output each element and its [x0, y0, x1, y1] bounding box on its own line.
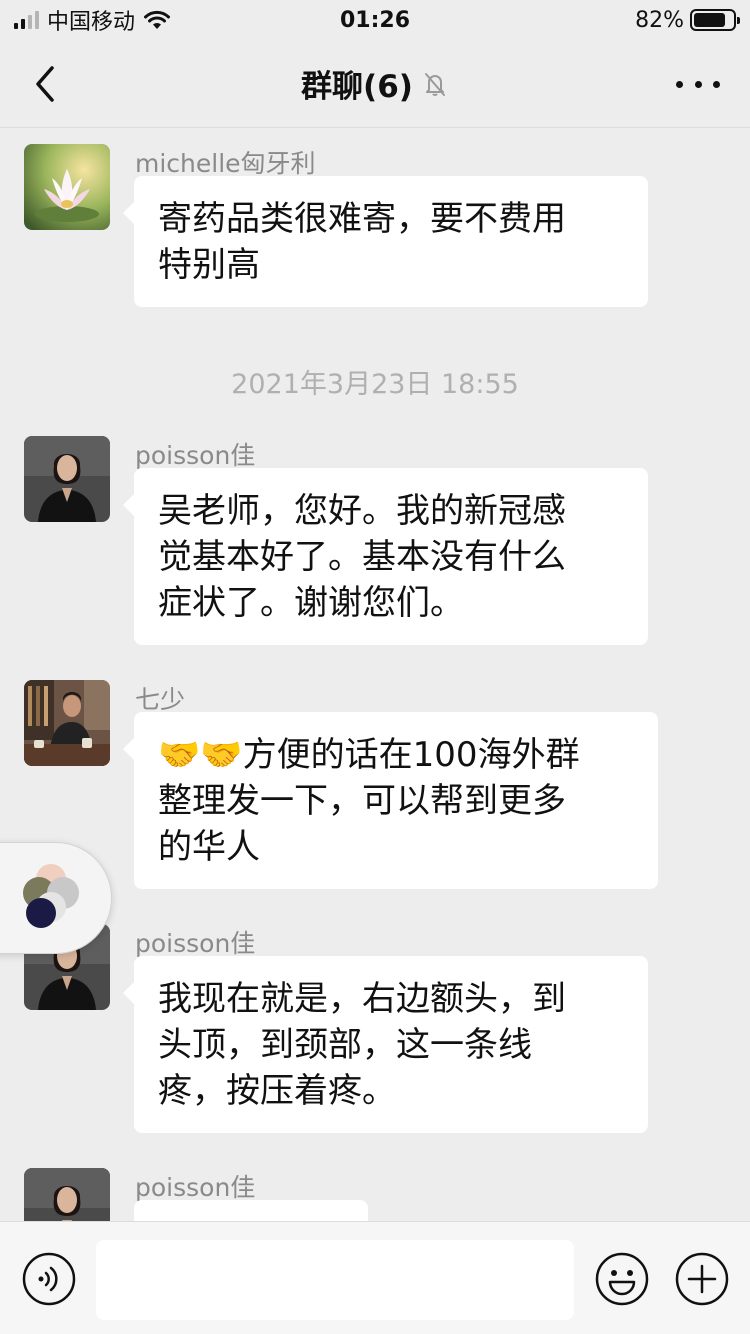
lotus-avatar-image	[24, 144, 110, 230]
message-line: 吴老师，您好。我的新冠感	[158, 491, 566, 531]
chat-messages[interactable]: michelle匈牙利 寄药品类很难寄，要不费用 特别高 2021年3月23日 …	[0, 129, 750, 1221]
message-line: 整理发一下，可以帮到更多	[158, 781, 566, 821]
avatar[interactable]	[24, 144, 110, 230]
message-line: 我现在就是，右边额头，到	[158, 979, 566, 1019]
carrier-label: 中国移动	[47, 10, 136, 35]
person-avatar-image	[24, 1168, 110, 1221]
chat-title: 群聊(6)	[301, 61, 449, 106]
battery-fill	[694, 13, 726, 27]
sender-name: poisson佳	[135, 1173, 256, 1202]
status-left: 中国移动	[14, 4, 171, 36]
message-input[interactable]	[96, 1240, 574, 1320]
emoji-icon	[595, 1252, 649, 1306]
voice-button[interactable]	[22, 1252, 76, 1306]
battery-percent: 82%	[635, 7, 684, 33]
message-line: 特别高	[158, 245, 260, 285]
status-right: 82%	[635, 7, 740, 33]
message-line: 疼，按压着疼。	[158, 1071, 396, 1111]
message-bubble[interactable]: 我现在就是，右边额头，到 头顶，到颈部，这一条线 疼，按压着疼。	[123, 956, 648, 1133]
bell-off-icon	[424, 72, 445, 96]
avatar[interactable]	[24, 680, 110, 766]
more-button[interactable]	[676, 70, 720, 98]
person-avatar-image	[24, 680, 110, 766]
message-bubble[interactable]: 吴老师，您好。我的新冠感 觉基本好了。基本没有什么 症状了。谢谢您们。	[123, 468, 648, 645]
sender-name: poisson佳	[135, 441, 256, 470]
message-line: 头顶，到颈部，这一条线	[158, 1025, 532, 1065]
battery-icon	[690, 9, 740, 31]
signal-icon	[14, 11, 39, 29]
emoji-button[interactable]	[595, 1252, 649, 1306]
more-dots-icon	[676, 80, 683, 88]
nav-bar: 群聊(6)	[0, 40, 750, 128]
message-line: 症状了。谢谢您们。	[158, 583, 464, 623]
floating-window-widget[interactable]	[0, 842, 112, 954]
avatar[interactable]	[24, 1168, 110, 1221]
plus-icon	[675, 1252, 729, 1306]
avatar[interactable]	[24, 436, 110, 522]
chat-title-text: 群聊(6)	[301, 69, 413, 105]
message-line: 🤝🤝方便的话在100海外群	[158, 735, 580, 775]
status-bar: 中国移动 01:26 82%	[0, 0, 750, 40]
sender-name: poisson佳	[135, 929, 256, 958]
message-bubble[interactable]	[134, 1200, 368, 1221]
voice-icon	[22, 1252, 76, 1306]
timestamp: 2021年3月23日 18:55	[231, 369, 519, 400]
person-avatar-image	[24, 436, 110, 522]
wifi-icon	[144, 10, 171, 29]
message-line: 觉基本好了。基本没有什么	[158, 537, 566, 577]
sender-name: michelle匈牙利	[135, 149, 316, 178]
chevron-left-icon	[36, 66, 54, 102]
message-line: 的华人	[158, 827, 260, 867]
floating-window-icon	[23, 864, 79, 928]
message-bubble[interactable]: 寄药品类很难寄，要不费用 特别高	[123, 176, 648, 307]
message-line: 寄药品类很难寄，要不费用	[158, 199, 566, 239]
message-bubble[interactable]: 🤝🤝方便的话在100海外群 整理发一下，可以帮到更多 的华人	[123, 712, 658, 889]
back-button[interactable]	[28, 62, 68, 106]
input-bar	[0, 1221, 750, 1334]
sender-name: 七少	[135, 685, 186, 714]
plus-button[interactable]	[675, 1252, 729, 1306]
